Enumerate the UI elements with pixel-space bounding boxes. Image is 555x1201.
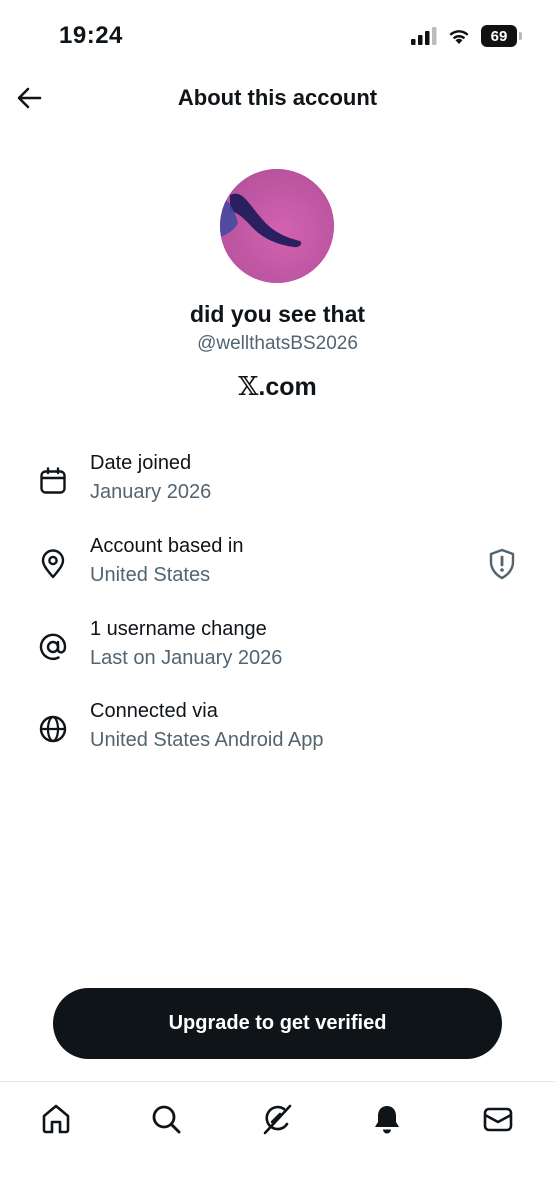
status-bar: 19:24 69 <box>0 0 555 70</box>
info-row-connected-via: Connected via United States Android App <box>0 699 555 759</box>
avatar-image <box>220 169 334 283</box>
status-time: 19:24 <box>59 22 123 49</box>
info-row-username-change: 1 username change Last on January 2026 <box>0 617 555 677</box>
header: About this account <box>0 70 555 128</box>
site-label: 𝕏.com <box>0 372 555 402</box>
info-label: 1 username change <box>90 618 267 640</box>
tab-search[interactable] <box>146 1099 186 1139</box>
site-suffix: .com <box>258 373 317 401</box>
info-row-account-based-in: Account based in United States <box>0 534 555 594</box>
search-icon <box>152 1105 181 1134</box>
tab-grok[interactable] <box>257 1099 297 1139</box>
info-value: United States <box>90 564 211 586</box>
info-row-date-joined: Date joined January 2026 <box>0 451 555 511</box>
info-value: January 2026 <box>90 481 212 503</box>
tab-messages[interactable] <box>478 1099 518 1139</box>
bottom-tab-bar <box>0 1081 555 1201</box>
calendar-icon <box>37 465 69 497</box>
info-value: Last on January 2026 <box>90 647 283 669</box>
x-logo: 𝕏 <box>238 372 259 402</box>
info-value: United States Android App <box>90 729 324 751</box>
grok-icon <box>263 1104 292 1135</box>
globe-icon <box>37 713 69 745</box>
messages-icon <box>483 1107 513 1132</box>
display-name: did you see that <box>189 301 366 327</box>
upgrade-button[interactable]: Upgrade to get verified <box>53 988 502 1059</box>
home-icon <box>42 1104 70 1134</box>
wifi-icon <box>449 30 469 44</box>
battery-level: 69 <box>490 27 508 45</box>
info-label: Connected via <box>90 700 218 722</box>
location-pin-icon <box>37 548 69 580</box>
tab-home[interactable] <box>36 1099 76 1139</box>
at-sign-icon <box>37 631 69 663</box>
shield-icon[interactable] <box>487 548 517 580</box>
avatar[interactable] <box>220 169 334 283</box>
handle: @wellthatsBS2026 <box>197 333 358 354</box>
page-title: About this account <box>177 85 378 110</box>
info-label: Date joined <box>90 452 192 474</box>
status-icons: 69 <box>411 25 522 47</box>
notifications-bell-icon <box>375 1106 399 1134</box>
tab-notifications[interactable] <box>367 1099 407 1139</box>
info-label: Account based in <box>90 535 244 557</box>
battery-indicator: 69 <box>481 25 522 47</box>
cellular-signal-icon <box>411 27 437 45</box>
